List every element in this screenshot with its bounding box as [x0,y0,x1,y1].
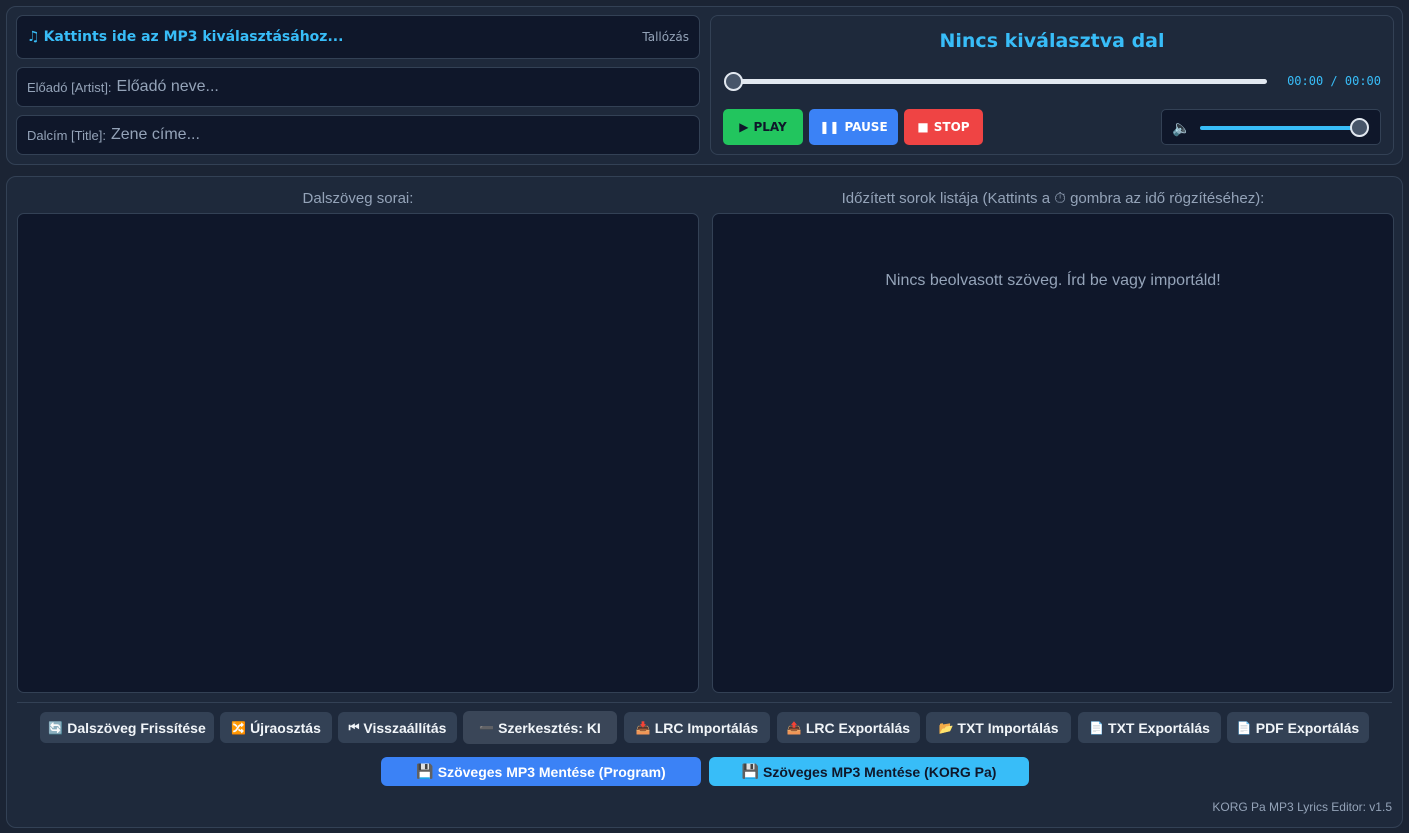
pause-button[interactable]: ❚❚ PAUSE [809,109,898,145]
version-footer: KORG Pa MP3 Lyrics Editor: v1.5 [1212,800,1392,814]
reset-button[interactable]: ⏮ Visszaállítás [338,712,457,743]
save-mp3-program-button[interactable]: 💾 Szöveges MP3 Mentése (Program) [381,757,701,786]
lrc-export-label: LRC Exportálás [805,719,911,736]
play-label: PLAY [753,120,787,134]
import-tray-icon: 📥 [635,720,651,735]
floppy-disk-icon: 💾 [416,763,434,779]
song-title: Nincs kiválasztva dal [939,30,1165,52]
redistribute-button[interactable]: 🔀 Újraosztás [220,712,332,743]
seek-bar[interactable] [733,79,1267,84]
refresh-lyrics-label: Dalszöveg Frissítése [67,719,206,736]
document-icon: 📄 [1236,720,1252,735]
save-mp3-program-label: Szöveges MP3 Mentése (Program) [437,763,666,780]
music-note-icon: ♫ [27,29,40,45]
export-tray-icon: 📤 [786,720,802,735]
save-mp3-korg-label: Szöveges MP3 Mentése (KORG Pa) [763,763,997,780]
player-panel: Nincs kiválasztva dal 00:00 / 00:00 ▶ PL… [710,15,1394,155]
volume-thumb[interactable] [1350,118,1369,137]
minus-icon: ➖ [479,720,495,735]
document-icon: 📄 [1089,720,1105,735]
title-label: Dalcím [Title]: [27,127,106,143]
reset-label: Visszaállítás [363,719,447,736]
floppy-disk-icon: 💾 [741,763,760,779]
seek-thumb[interactable] [724,72,743,91]
pdf-export-label: PDF Exportálás [1255,719,1360,736]
lyrics-textarea[interactable] [17,213,699,693]
lyrics-heading: Dalszöveg sorai: [302,190,414,207]
timed-lines-list[interactable]: Nincs beolvasott szöveg. Írd be vagy imp… [712,213,1394,693]
stop-label: STOP [933,120,970,134]
file-select-label-wrap: ♫ Kattints ide az MP3 kiválasztásához... [27,29,343,45]
artist-field[interactable]: Előadó [Artist]: Előadó neve... [16,67,700,107]
browse-button[interactable]: Tallózás [642,30,689,44]
title-field[interactable]: Dalcím [Title]: Zene címe... [16,115,700,155]
shuffle-icon: 🔀 [231,720,247,735]
folder-icon: 📂 [938,720,954,735]
refresh-icon: 🔄 [48,720,64,735]
volume-control: 🔈 [1161,109,1381,145]
txt-import-label: TXT Importálás [957,719,1059,736]
divider [17,702,1392,703]
editor-panel: Dalszöveg sorai: Időzített sorok listája… [6,176,1403,828]
mp3-file-selector[interactable]: ♫ Kattints ide az MP3 kiválasztásához...… [16,15,700,59]
redistribute-label: Újraosztás [250,719,321,736]
pause-icon: ❚❚ [819,120,840,134]
pdf-export-button[interactable]: 📄 PDF Exportálás [1227,712,1369,743]
save-mp3-korg-button[interactable]: 💾 Szöveges MP3 Mentése (KORG Pa) [709,757,1029,786]
title-input[interactable]: Zene címe... [111,126,200,144]
txt-export-label: TXT Exportálás [1108,719,1210,736]
artist-label: Előadó [Artist]: [27,79,112,95]
volume-slider[interactable] [1200,126,1360,130]
stop-button[interactable]: ■ STOP [904,109,983,145]
txt-import-button[interactable]: 📂 TXT Importálás [926,712,1071,743]
file-select-label: Kattints ide az MP3 kiválasztásához... [43,29,344,45]
txt-export-button[interactable]: 📄 TXT Exportálás [1078,712,1221,743]
timed-lines-heading: Időzített sorok listája (Kattints a ⏱ go… [841,190,1265,207]
speaker-icon[interactable]: 🔈 [1172,119,1191,137]
play-button[interactable]: ▶ PLAY [723,109,803,145]
lrc-import-label: LRC Importálás [654,719,759,736]
refresh-lyrics-button[interactable]: 🔄 Dalszöveg Frissítése [40,712,214,743]
empty-message: Nincs beolvasott szöveg. Írd be vagy imp… [885,272,1221,289]
time-readout: 00:00 / 00:00 [1287,74,1381,88]
lrc-export-button[interactable]: 📤 LRC Exportálás [777,712,920,743]
play-icon: ▶ [739,120,749,134]
artist-input[interactable]: Előadó neve... [117,78,219,96]
stop-icon: ■ [917,120,929,134]
pause-label: PAUSE [844,120,888,134]
lrc-import-button[interactable]: 📥 LRC Importálás [624,712,770,743]
rewind-icon: ⏮ [348,720,360,734]
edit-toggle-button[interactable]: ➖ Szerkesztés: KI [463,711,617,744]
edit-toggle-label: Szerkesztés: KI [498,719,601,736]
